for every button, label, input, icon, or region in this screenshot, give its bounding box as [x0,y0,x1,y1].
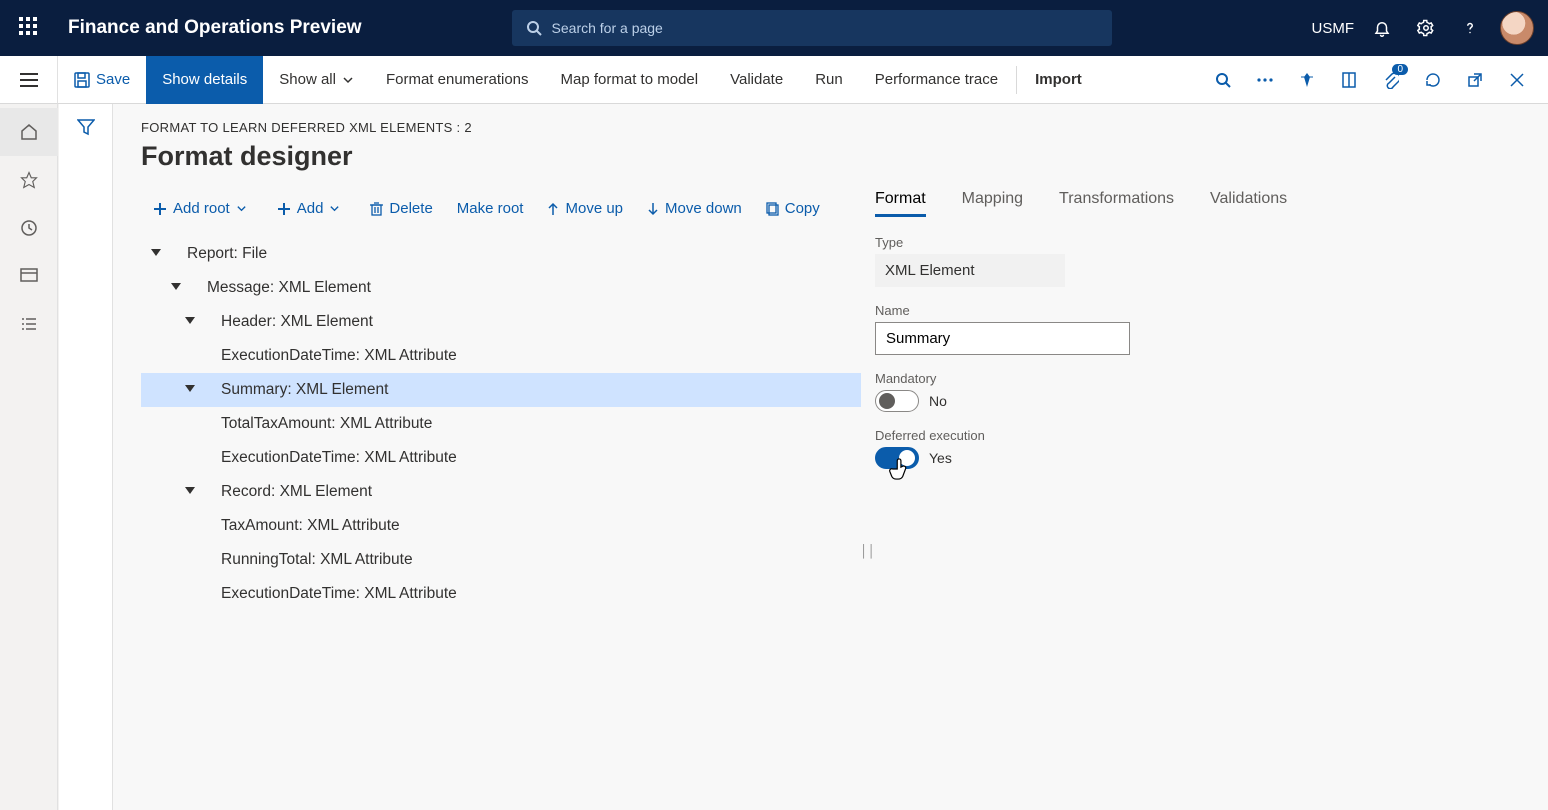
deferred-value: Yes [929,450,952,466]
filter-column [59,104,113,810]
tree-column: Add root Add Delete Make root Move up [141,190,861,611]
recent-icon[interactable] [0,204,58,252]
user-avatar[interactable] [1500,11,1534,45]
splitter-handle[interactable]: ││ [861,190,875,611]
tree-node-totaltax[interactable]: TotalTaxAmount: XML Attribute [141,407,861,441]
format-enumerations-button[interactable]: Format enumerations [370,56,545,104]
top-nav: Finance and Operations Preview Search fo… [0,0,1548,56]
run-button[interactable]: Run [799,56,859,104]
mandatory-label: Mandatory [875,371,1520,386]
caret-icon[interactable] [171,279,185,297]
show-all-button[interactable]: Show all [263,56,370,104]
validate-button[interactable]: Validate [714,56,799,104]
move-up-button[interactable]: Move up [535,194,635,223]
caret-icon[interactable] [185,313,199,331]
tab-validations[interactable]: Validations [1210,190,1287,217]
add-button[interactable]: Add [265,194,359,223]
close-icon[interactable] [1496,56,1538,104]
tree-node-summary[interactable]: Summary: XML Element [141,373,861,407]
copy-button[interactable]: Copy [754,194,832,223]
app-launcher-icon[interactable] [14,17,42,40]
properties-pane: Format Mapping Transformations Validatio… [875,190,1520,611]
tree-node-record[interactable]: Record: XML Element [141,475,861,509]
attach-icon[interactable]: 0 [1370,56,1412,104]
tree-node-exec1[interactable]: ExecutionDateTime: XML Attribute [141,339,861,373]
main-content: FORMAT TO LEARN DEFERRED XML ELEMENTS : … [113,104,1548,810]
search-placeholder: Search for a page [552,20,663,36]
move-down-button[interactable]: Move down [635,194,754,223]
left-rail [0,104,58,810]
cursor-hand-icon [889,456,911,482]
name-input[interactable] [875,322,1130,355]
deferred-label: Deferred execution [875,428,1520,443]
search-action-icon[interactable] [1202,56,1244,104]
show-details-button[interactable]: Show details [146,56,263,104]
home-icon[interactable] [0,108,58,156]
star-icon[interactable] [0,156,58,204]
page-title: Format designer [141,141,1520,172]
action-bar: Save Show details Show all Format enumer… [0,56,1548,104]
bell-icon[interactable] [1360,0,1404,56]
type-label: Type [875,235,1520,250]
make-root-button[interactable]: Make root [445,194,536,223]
refresh-icon[interactable] [1412,56,1454,104]
tree-node-message[interactable]: Message: XML Element [141,271,861,305]
tab-format[interactable]: Format [875,190,926,217]
performance-trace-button[interactable]: Performance trace [859,56,1014,104]
import-button[interactable]: Import [1019,56,1098,104]
tree-node-taxamount[interactable]: TaxAmount: XML Attribute [141,509,861,543]
attach-badge: 0 [1392,64,1408,75]
workspace-icon[interactable] [0,252,58,300]
tree-node-report[interactable]: Report: File [141,237,861,271]
caret-icon[interactable] [185,483,199,501]
office-icon[interactable] [1328,56,1370,104]
tree-node-exec2[interactable]: ExecutionDateTime: XML Attribute [141,441,861,475]
diamond-icon[interactable] [1286,56,1328,104]
tree-node-runningtotal[interactable]: RunningTotal: XML Attribute [141,543,861,577]
save-button[interactable]: Save [58,56,146,104]
add-root-button[interactable]: Add root [141,194,265,223]
help-icon[interactable] [1448,0,1492,56]
company-code[interactable]: USMF [1312,20,1355,37]
modules-icon[interactable] [0,300,58,348]
gear-icon[interactable] [1404,0,1448,56]
popout-icon[interactable] [1454,56,1496,104]
type-value: XML Element [875,254,1065,287]
mandatory-toggle[interactable] [875,390,919,412]
tree-node-exec3[interactable]: ExecutionDateTime: XML Attribute [141,577,861,611]
brand-title: Finance and Operations Preview [68,17,362,39]
tree-toolbar: Add root Add Delete Make root Move up [141,194,861,223]
nav-toggle-icon[interactable] [0,56,58,104]
tab-transformations[interactable]: Transformations [1059,190,1174,217]
caret-icon[interactable] [185,381,199,399]
tab-mapping[interactable]: Mapping [962,190,1023,217]
mandatory-value: No [929,393,947,409]
tree-node-header[interactable]: Header: XML Element [141,305,861,339]
map-format-button[interactable]: Map format to model [545,56,715,104]
caret-icon[interactable] [151,245,165,263]
global-search[interactable]: Search for a page [512,10,1112,46]
delete-button[interactable]: Delete [358,194,444,223]
format-tree: Report: File Message: XML Element Header… [141,237,861,611]
filter-icon[interactable] [77,118,95,810]
property-tabs: Format Mapping Transformations Validatio… [875,190,1520,217]
more-icon[interactable] [1244,56,1286,104]
breadcrumb: FORMAT TO LEARN DEFERRED XML ELEMENTS : … [141,120,1520,135]
name-label: Name [875,303,1520,318]
